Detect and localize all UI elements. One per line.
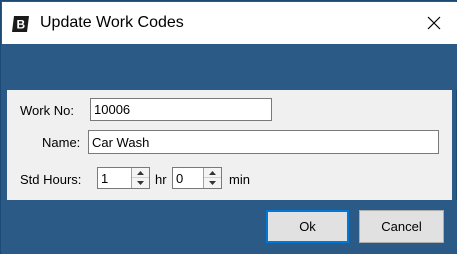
work-no-label: Work No: (20, 103, 74, 118)
dialog-window: B Update Work Codes Work No: Name: Std H… (0, 0, 457, 254)
spin-up-icon (137, 170, 144, 175)
name-label: Name: (42, 135, 81, 150)
hr-unit-label: hr (155, 172, 167, 187)
std-hours-label: Std Hours: (20, 172, 82, 187)
spin-down-icon (209, 181, 216, 185)
spin-down-icon (137, 181, 144, 185)
ok-button[interactable]: Ok (266, 210, 349, 243)
min-unit-label: min (229, 172, 250, 187)
name-input[interactable] (88, 130, 439, 154)
minutes-down-button[interactable] (204, 178, 221, 188)
minutes-stepper[interactable] (172, 167, 222, 189)
minutes-up-button[interactable] (204, 168, 221, 178)
cancel-button[interactable]: Cancel (359, 210, 444, 243)
work-no-input[interactable] (90, 98, 272, 121)
spin-up-icon (209, 170, 216, 175)
header-banner (2, 44, 457, 90)
button-bar: Ok Cancel (2, 200, 457, 254)
svg-text:B: B (17, 18, 26, 32)
app-logo-icon: B (12, 16, 29, 32)
title-bar[interactable]: B Update Work Codes (2, 2, 457, 44)
form-panel: Work No: Name: Std Hours: hr (7, 90, 452, 200)
close-button[interactable] (411, 2, 457, 44)
close-icon (427, 16, 441, 30)
hours-stepper[interactable] (97, 167, 150, 189)
hours-down-button[interactable] (132, 178, 149, 188)
hours-up-button[interactable] (132, 168, 149, 178)
window-title: Update Work Codes (40, 14, 184, 31)
